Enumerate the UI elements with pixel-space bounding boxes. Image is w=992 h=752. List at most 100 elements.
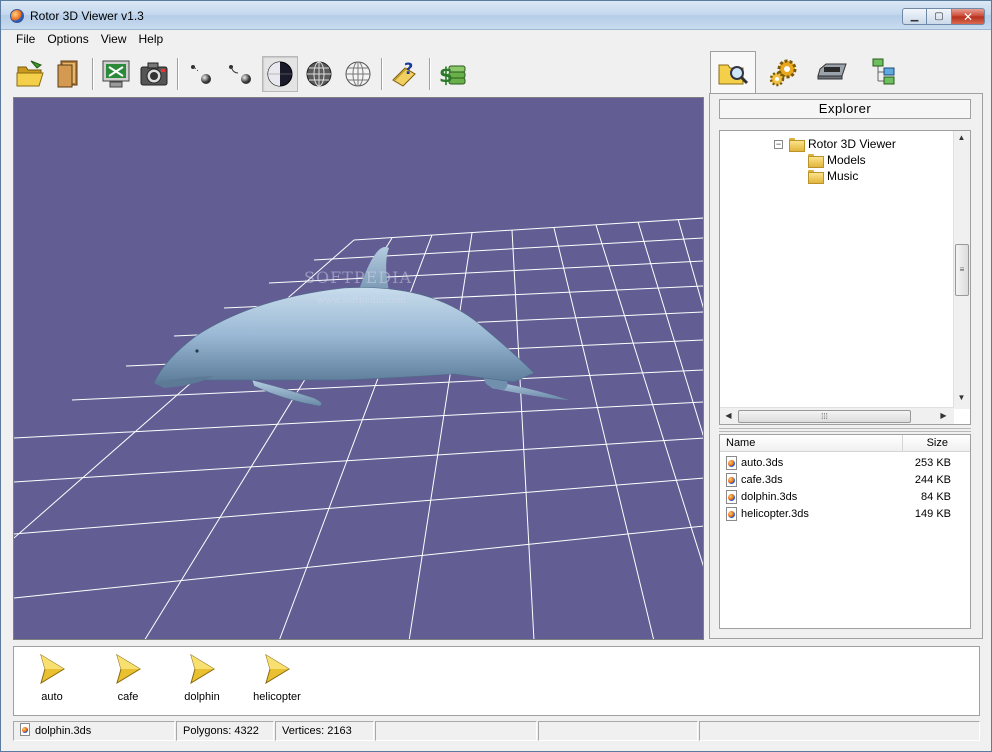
column-name-header[interactable]: Name <box>726 437 755 449</box>
register-button[interactable]: $ <box>435 56 471 92</box>
file-name: dolphin.3ds <box>741 491 798 503</box>
status-empty-2 <box>538 721 698 741</box>
tree-item-music[interactable]: Music <box>808 168 858 184</box>
file-row[interactable]: helicopter.3ds 149 KB <box>724 506 968 523</box>
tree-item-models[interactable]: Models <box>808 152 866 168</box>
model-item-helicopter[interactable]: helicopter <box>242 651 312 711</box>
window-title: Rotor 3D Viewer v1.3 <box>30 9 144 23</box>
file-list[interactable]: Name Size auto.3ds 253 KB cafe.3ds 244 K… <box>719 434 971 629</box>
wireframe-button[interactable] <box>301 56 337 92</box>
lines-mode-icon <box>229 65 251 84</box>
model-item-auto[interactable]: auto <box>17 651 87 711</box>
minimize-button[interactable]: ▁ <box>902 8 927 25</box>
menu-file[interactable]: File <box>10 30 41 49</box>
model-arrow-icon <box>116 653 141 685</box>
grid-globe-icon <box>345 61 371 87</box>
menu-help[interactable]: Help <box>133 30 170 49</box>
menu-bar: File Options View Help <box>1 30 991 49</box>
model-arrow-icon <box>40 653 65 685</box>
wireframe-globe-icon <box>306 61 332 87</box>
status-file-name: dolphin.3ds <box>35 725 92 737</box>
settings-tab-icon <box>769 59 797 87</box>
title-bar[interactable]: Rotor 3D Viewer v1.3 ▁ ▢ ✕ <box>1 1 991 30</box>
tab-tree[interactable] <box>860 51 906 93</box>
tree-item-label: Rotor 3D Viewer <box>808 137 896 151</box>
file-size: 149 KB <box>914 508 951 520</box>
file-name: helicopter.3ds <box>741 508 809 520</box>
lines-mode-button[interactable] <box>221 56 257 92</box>
3d-viewport[interactable]: SOFTPEDIA www.softpedia.com <box>13 97 704 640</box>
menu-view[interactable]: View <box>95 30 133 49</box>
app-logo-icon[interactable] <box>10 9 24 23</box>
tab-device[interactable] <box>810 51 856 93</box>
3ds-file-icon <box>726 507 737 521</box>
3ds-file-icon <box>726 456 737 470</box>
collapse-toggle[interactable]: − <box>774 139 783 149</box>
close-button[interactable]: ✕ <box>952 8 985 25</box>
tree-tab-icon <box>872 58 895 85</box>
scroll-down-arrow-icon[interactable]: ▼ <box>954 393 969 402</box>
open-folder-icon <box>16 60 44 87</box>
file-row[interactable]: auto.3ds 253 KB <box>724 455 968 472</box>
file-name: cafe.3ds <box>741 474 783 486</box>
tree-vertical-scrollbar[interactable]: ▲ ≡ ▼ <box>953 131 970 409</box>
menu-options[interactable]: Options <box>41 30 94 49</box>
file-size: 244 KB <box>914 474 951 486</box>
file-name: auto.3ds <box>741 457 784 469</box>
model-item-dolphin[interactable]: dolphin <box>167 651 237 711</box>
tree-horizontal-scrollbar[interactable]: ◀ ⁞⁞⁞ ▶ <box>720 407 954 424</box>
scroll-left-arrow-icon[interactable]: ◀ <box>721 411 736 420</box>
device-tab-icon <box>817 63 847 80</box>
status-vertices: Vertices: 2163 <box>275 721 374 741</box>
explorer-panel: Explorer − Rotor 3D Viewer Models Music … <box>709 93 983 639</box>
app-window: Rotor 3D Viewer v1.3 ▁ ▢ ✕ File Options … <box>0 0 992 752</box>
points-mode-button[interactable] <box>183 56 219 92</box>
explorer-title: Explorer <box>719 99 971 119</box>
file-row[interactable]: dolphin.3ds 84 KB <box>724 489 968 506</box>
model-label: auto <box>41 691 63 703</box>
open-model-button[interactable] <box>51 56 87 92</box>
model-arrow-icon <box>265 653 290 685</box>
folder-tree[interactable]: − Rotor 3D Viewer Models Music ▲ ≡ ▼ ◀ ⁞… <box>719 130 971 425</box>
snapshot-button[interactable] <box>136 56 172 92</box>
scroll-right-arrow-icon[interactable]: ▶ <box>936 411 951 420</box>
tab-settings[interactable] <box>760 51 806 93</box>
grid-view-button[interactable] <box>340 56 376 92</box>
svg-text:$: $ <box>439 63 453 87</box>
help-button[interactable]: ? <box>387 56 423 92</box>
svg-text:?: ? <box>404 59 413 78</box>
status-empty-3 <box>699 721 980 741</box>
3ds-file-icon <box>726 490 737 504</box>
open-folder-button[interactable] <box>13 56 49 92</box>
file-row[interactable]: cafe.3ds 244 KB <box>724 472 968 489</box>
horizontal-scroll-thumb[interactable]: ⁞⁞⁞ <box>738 410 911 423</box>
file-size: 253 KB <box>914 457 951 469</box>
points-mode-icon <box>191 65 211 84</box>
explorer-tab-icon <box>718 64 749 84</box>
screen-capture-button[interactable] <box>98 56 134 92</box>
vertical-scroll-thumb[interactable]: ≡ <box>955 244 969 296</box>
maximize-button[interactable]: ▢ <box>927 8 952 25</box>
register-icon: $ <box>439 63 466 87</box>
folder-icon <box>789 138 805 152</box>
camera-icon <box>140 62 168 86</box>
column-size-header[interactable]: Size <box>927 437 948 449</box>
watermark-url: www.softpedia.com <box>317 296 406 306</box>
scroll-up-arrow-icon[interactable]: ▲ <box>954 133 969 142</box>
main-toolbar: ? $ <box>9 53 703 95</box>
file-size: 84 KB <box>921 491 951 503</box>
tab-explorer[interactable] <box>710 51 756 93</box>
tree-item-root[interactable]: − Rotor 3D Viewer <box>774 136 896 152</box>
solid-mode-button[interactable] <box>262 56 298 92</box>
status-empty-1 <box>375 721 537 741</box>
help-icon: ? <box>392 59 416 87</box>
model-item-cafe[interactable]: cafe <box>93 651 163 711</box>
model-arrow-icon <box>190 653 215 685</box>
status-bar: dolphin.3ds Polygons: 4322 Vertices: 216… <box>13 721 980 741</box>
watermark-text: SOFTPEDIA <box>304 268 412 287</box>
3d-scene <box>14 217 703 639</box>
file-list-header: Name Size <box>720 435 970 452</box>
panel-splitter[interactable] <box>719 428 971 432</box>
side-panel-tabs <box>710 51 982 93</box>
solid-mode-icon <box>267 61 293 87</box>
